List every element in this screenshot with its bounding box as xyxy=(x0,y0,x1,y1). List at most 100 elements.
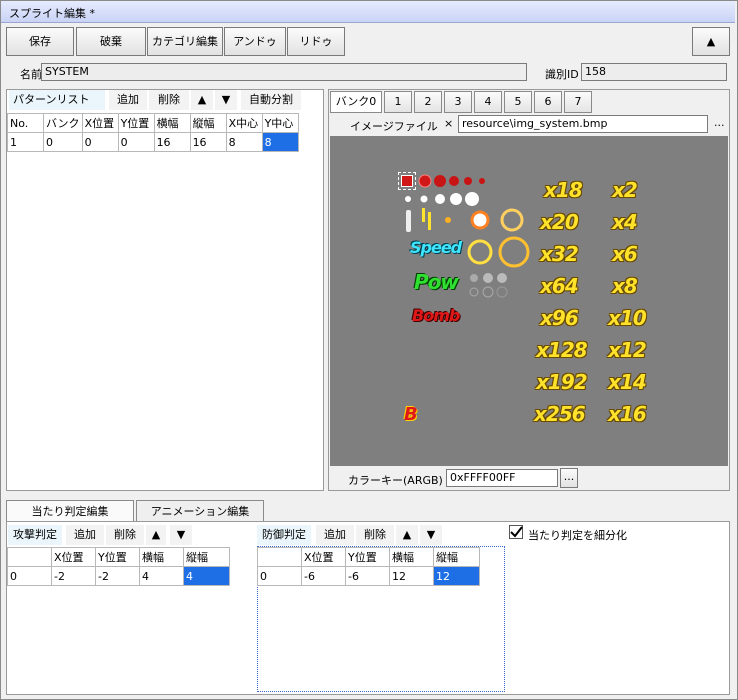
colorkey-field[interactable]: 0xFFFF00FF xyxy=(446,469,558,487)
table-row[interactable]: 1 0 0 0 16 16 8 8 xyxy=(7,132,299,152)
defense-down-button[interactable]: ▼ xyxy=(420,525,442,545)
cell[interactable]: 4 xyxy=(139,566,184,586)
attack-table: X位置 Y位置 横幅 縦幅 0 -2 -2 4 4 xyxy=(7,547,230,586)
tab-pattern-list[interactable]: パターンリスト xyxy=(9,90,105,110)
cell[interactable]: -2 xyxy=(95,566,140,586)
cell[interactable]: 0 xyxy=(81,132,119,152)
attack-add-button[interactable]: 追加 xyxy=(66,525,104,545)
pattern-delete-button[interactable]: 削除 xyxy=(149,90,189,110)
col-x-center: X中心 xyxy=(225,113,263,133)
browse-image-button[interactable]: ... xyxy=(714,116,725,129)
col-y: Y位置 xyxy=(95,547,140,567)
col-y: Y位置 xyxy=(345,547,390,567)
cell[interactable]: -6 xyxy=(301,566,346,586)
tab-hit-judgement[interactable]: 当たり判定編集 xyxy=(6,500,134,522)
name-label: 名前 xyxy=(20,68,42,81)
table-row[interactable]: 0 -2 -2 4 4 xyxy=(7,566,230,586)
col-y-center: Y中心 xyxy=(261,113,299,133)
cell[interactable]: 16 xyxy=(153,132,191,152)
attack-down-button[interactable]: ▼ xyxy=(170,525,192,545)
cell[interactable]: 0 xyxy=(257,566,302,586)
cell[interactable]: -6 xyxy=(345,566,390,586)
cell[interactable]: 12 xyxy=(389,566,434,586)
tab-bank-0[interactable]: バンク0 xyxy=(330,91,382,113)
col-index xyxy=(7,547,52,567)
multiplier-label: x18 xyxy=(544,178,583,202)
col-index xyxy=(257,547,302,567)
image-path-field[interactable]: resource\img_system.bmp xyxy=(458,115,708,133)
save-button[interactable]: 保存 xyxy=(6,27,74,56)
image-file-label: イメージファイル xyxy=(350,120,438,133)
id-field[interactable]: 158 xyxy=(581,63,727,81)
tab-bank-6[interactable]: 6 xyxy=(534,91,562,113)
cell[interactable]: 8 xyxy=(225,132,263,152)
multiplier-label: x32 xyxy=(540,242,579,266)
attack-delete-button[interactable]: 削除 xyxy=(106,525,144,545)
collapse-button[interactable]: ▲ xyxy=(692,27,730,56)
cell-selected[interactable]: 8 xyxy=(261,132,299,152)
defense-table: X位置 Y位置 横幅 縦幅 0 -6 -6 12 12 xyxy=(257,547,480,586)
discard-button[interactable]: 破棄 xyxy=(76,27,146,56)
tab-bank-1[interactable]: 1 xyxy=(384,91,412,113)
multiplier-label: x10 xyxy=(608,306,647,330)
col-x: X位置 xyxy=(81,113,119,133)
multiplier-label: x20 xyxy=(540,210,579,234)
sprite-sheet-canvas[interactable]: Speed Pow Bomb B x18 x2 x20 x4 x32 x6 x6… xyxy=(330,136,728,466)
cell[interactable]: 0 xyxy=(43,132,83,152)
pattern-add-button[interactable]: 追加 xyxy=(109,90,147,110)
white-orbs-icon xyxy=(405,192,479,206)
multiplier-label: x128 xyxy=(536,338,588,362)
cell-selected[interactable]: 12 xyxy=(433,566,480,586)
tab-bank-7[interactable]: 7 xyxy=(564,91,592,113)
cell[interactable]: 0 xyxy=(117,132,155,152)
tab-attack[interactable]: 攻撃判定 xyxy=(8,525,62,545)
name-field[interactable]: SYSTEM xyxy=(41,63,527,81)
tab-bank-3[interactable]: 3 xyxy=(444,91,472,113)
check-icon xyxy=(510,526,523,538)
cell[interactable]: 0 xyxy=(7,566,52,586)
multiplier-label: x8 xyxy=(612,274,638,298)
col-y: Y位置 xyxy=(117,113,155,133)
multiplier-label: x96 xyxy=(540,306,579,330)
bomb-label: Bomb xyxy=(412,306,460,325)
pattern-down-button[interactable]: ▼ xyxy=(215,90,237,110)
cell[interactable]: 16 xyxy=(189,132,227,152)
cell-selected[interactable]: 4 xyxy=(183,566,230,586)
redo-button[interactable]: リドゥ xyxy=(287,27,345,56)
selection-marker xyxy=(398,172,416,190)
col-width: 横幅 xyxy=(153,113,191,133)
pattern-table: No. バンク X位置 Y位置 横幅 縦幅 X中心 Y中心 1 0 0 0 16… xyxy=(7,113,299,152)
pattern-up-button[interactable]: ▲ xyxy=(191,90,213,110)
window-title: スプライト編集 * xyxy=(1,1,735,23)
clear-image-button[interactable]: × xyxy=(444,117,453,130)
tab-bank-5[interactable]: 5 xyxy=(504,91,532,113)
defense-up-button[interactable]: ▲ xyxy=(396,525,418,545)
subdivide-label: 当たり判定を細分化 xyxy=(528,529,627,542)
defense-delete-button[interactable]: 削除 xyxy=(356,525,394,545)
tab-defense[interactable]: 防御判定 xyxy=(257,525,311,545)
multiplier-label: x4 xyxy=(612,210,638,234)
grey-orbs-icon xyxy=(469,273,508,298)
subdivide-checkbox[interactable] xyxy=(509,525,523,539)
cell[interactable]: 1 xyxy=(7,132,44,152)
multiplier-label: x16 xyxy=(608,402,647,426)
table-row[interactable]: 0 -6 -6 12 12 xyxy=(257,566,480,586)
attack-up-button[interactable]: ▲ xyxy=(146,525,166,545)
undo-button[interactable]: アンドゥ xyxy=(224,27,286,56)
rings-icon xyxy=(467,236,530,268)
col-width: 横幅 xyxy=(139,547,184,567)
cell[interactable]: -2 xyxy=(51,566,96,586)
auto-split-button[interactable]: 自動分割 xyxy=(241,90,301,110)
tab-bank-4[interactable]: 4 xyxy=(474,91,502,113)
defense-add-button[interactable]: 追加 xyxy=(316,525,354,545)
tab-animation[interactable]: アニメーション編集 xyxy=(136,500,264,522)
red-orbs-icon xyxy=(418,174,485,188)
multiplier-label: x6 xyxy=(612,242,638,266)
colorkey-label: カラーキー(ARGB) xyxy=(348,474,443,487)
multiplier-label: x2 xyxy=(612,178,638,202)
multiplier-label: x14 xyxy=(608,370,647,394)
tab-bank-2[interactable]: 2 xyxy=(414,91,442,113)
category-edit-button[interactable]: カテゴリ編集 xyxy=(147,27,223,56)
col-height: 縦幅 xyxy=(189,113,227,133)
colorkey-picker-button[interactable]: ... xyxy=(560,468,578,488)
